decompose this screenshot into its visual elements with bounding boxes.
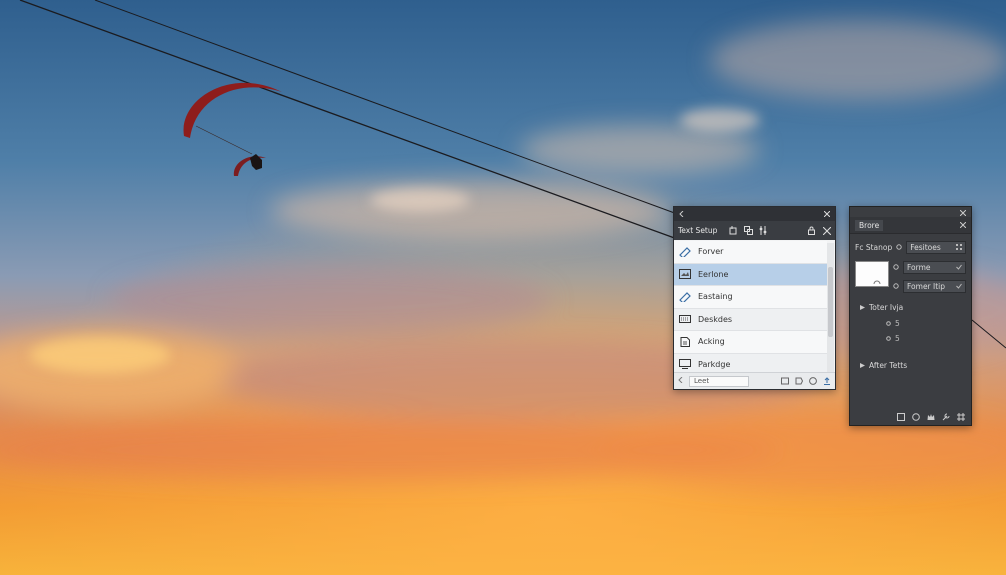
monitor-icon [679, 359, 691, 370]
radio-icon[interactable] [893, 263, 899, 272]
list-item-label: Deskdes [698, 314, 733, 324]
panel-title: Text Setup [678, 226, 718, 235]
crown-icon[interactable] [927, 413, 935, 421]
back-arrow-icon[interactable] [678, 376, 683, 385]
close-icon[interactable] [959, 221, 967, 230]
panel-titlebar [674, 207, 835, 221]
setting-row: Fc Stanop Fesitoes [850, 241, 971, 254]
list-item-label: Parkdge [698, 359, 731, 369]
sub-item[interactable]: 5 [850, 334, 971, 343]
preview-thumbnail[interactable] [855, 261, 889, 287]
sub-item-value: 5 [895, 334, 900, 343]
close-icon[interactable] [822, 226, 831, 235]
item-list: Forver Eerlone Eastaing Deskdes Acking P… [674, 241, 827, 376]
setting-dropdown[interactable]: Fesitoes [906, 241, 966, 254]
pen-icon [679, 246, 691, 257]
disclosure-triangle-icon [860, 303, 865, 312]
duplicate-icon[interactable] [744, 226, 754, 235]
grid-icon[interactable] [957, 413, 965, 421]
preview-row: Forme Fomer Itip [850, 261, 971, 293]
close-icon[interactable] [823, 210, 831, 219]
option-dropdown[interactable]: Forme [903, 261, 966, 274]
panel-top-bar [850, 207, 971, 217]
option-value: Fomer Itip [907, 282, 946, 291]
option-row: Forme [893, 261, 966, 274]
list-item-selected[interactable]: Eerlone [674, 263, 827, 286]
dropdown-value: Fesitoes [910, 243, 941, 252]
collapse-arrow-icon[interactable] [679, 210, 685, 219]
search-field[interactable]: Leet [689, 375, 749, 387]
list-item[interactable]: Forver [674, 241, 827, 264]
lock-icon[interactable] [807, 226, 816, 235]
grid-icon[interactable] [897, 413, 905, 421]
keyboard-icon [679, 314, 691, 324]
option-value: Forme [907, 263, 931, 272]
text-setup-panel: Text Setup Forver Eerlone Eastaing Deskd… [673, 206, 836, 390]
section-header[interactable]: After Tetts [850, 361, 971, 370]
globe-icon[interactable] [809, 377, 817, 385]
image-icon [679, 269, 691, 280]
search-field-value: Leet [694, 377, 710, 385]
list-item[interactable]: Acking [674, 331, 827, 354]
panel-bottom-toolbar [850, 409, 971, 425]
list-item[interactable]: Deskdes [674, 308, 827, 331]
pen-icon [679, 291, 691, 302]
panel-toolbar: Text Setup [674, 221, 835, 240]
radio-icon [886, 319, 891, 328]
tag-icon[interactable] [795, 377, 803, 385]
disclosure-triangle-icon [860, 361, 865, 370]
check-icon [956, 263, 962, 272]
radio-icon[interactable] [893, 282, 899, 291]
scrollbar-thumb[interactable] [828, 267, 833, 337]
adjust-icon[interactable] [759, 226, 768, 235]
list-item[interactable]: Eastaing [674, 286, 827, 309]
panel-header: Brore [850, 217, 971, 234]
grid-icon [956, 243, 962, 252]
radio-icon [886, 334, 891, 343]
section-header[interactable]: Toter Ivja [850, 303, 971, 312]
list-item-label: Eastaing [698, 292, 733, 302]
panel-footer: Leet [674, 372, 835, 389]
section-title: After Tetts [869, 361, 908, 370]
tab-brore[interactable]: Brore [855, 219, 884, 231]
wrench-icon[interactable] [942, 413, 950, 421]
section-title: Toter Ivja [869, 303, 904, 312]
setting-label: Fc Stanop [855, 243, 893, 252]
close-icon[interactable] [959, 209, 967, 217]
sub-item[interactable]: 5 [850, 319, 971, 328]
list-item-label: Eerlone [698, 269, 729, 279]
circle-icon [896, 243, 902, 252]
option-row: Fomer Itip [893, 280, 966, 293]
list-item-label: Acking [698, 337, 725, 347]
option-dropdown[interactable]: Fomer Itip [903, 280, 966, 293]
new-layer-icon[interactable] [729, 226, 738, 235]
globe-icon[interactable] [912, 413, 920, 421]
sub-item-value: 5 [895, 319, 900, 328]
list-item-label: Forver [698, 247, 724, 257]
vertical-scrollbar[interactable] [827, 243, 834, 374]
check-icon [956, 282, 962, 291]
document-icon [679, 336, 691, 347]
image-icon[interactable] [781, 377, 789, 385]
upload-icon[interactable] [823, 377, 831, 385]
properties-panel: Brore Fc Stanop Fesitoes Forme Fomer Iti… [849, 206, 972, 426]
